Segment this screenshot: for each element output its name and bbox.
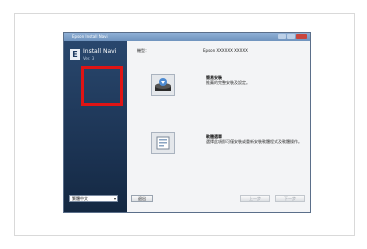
epson-logo-icon: E [70,49,80,60]
window-controls [278,34,307,39]
brand-name: Install Navi [83,48,117,55]
next-button[interactable]: 下一步 [275,195,305,202]
software-list-button[interactable] [151,132,175,154]
back-button[interactable]: 上一步 [240,195,270,202]
brand-version: Ver. 3 [83,56,95,61]
language-value: 繁體中文 [72,196,88,201]
chevron-down-icon: ▾ [113,196,116,201]
easy-install-button[interactable] [151,74,175,96]
installer-window: Epson Install Navi E Install Navi Ver. 3… [63,32,311,213]
brand: Install Navi Ver. 3 [83,48,116,62]
maximize-button[interactable] [287,34,295,39]
main-panel: 機型： Epson XXXXXX XXXXX 簡易安裝 推薦的完整安裝及設定。 … [127,41,310,212]
install-disk-icon [155,78,171,91]
software-list-icon [156,136,170,150]
language-select[interactable]: 繁體中文 ▾ [69,195,118,202]
title-bar: Epson Install Navi [64,33,310,41]
minimize-button[interactable] [278,34,286,39]
exit-button[interactable]: 退出 [131,195,153,202]
selection-highlight [81,66,123,106]
software-list-desc: 選擇此項即可僅安裝或重新安裝軟體程式及軟體操作。 [206,139,302,144]
close-button[interactable] [296,34,307,39]
easy-install-desc: 推薦的完整安裝及設定。 [206,80,250,85]
window-title: Epson Install Navi [72,34,108,39]
model-value: Epson XXXXXX XXXXX [203,48,248,53]
model-label: 機型： [137,48,149,53]
